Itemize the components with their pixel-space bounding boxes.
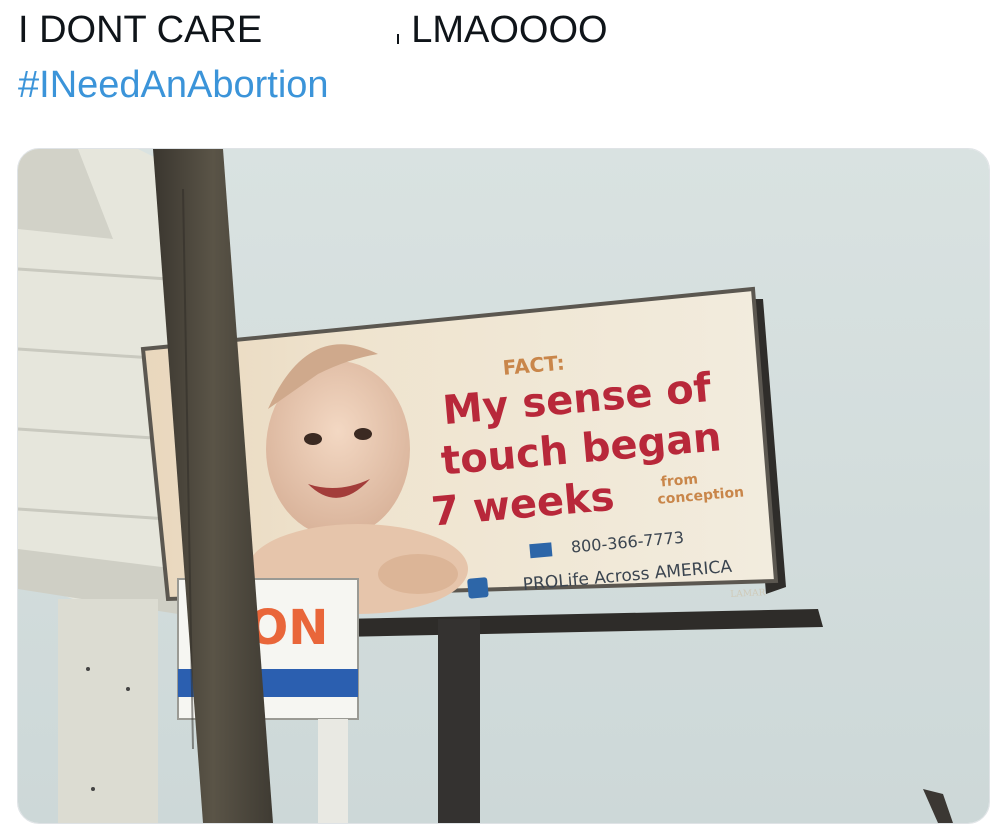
billboard-from: from	[660, 471, 698, 490]
frame-brand: LAMAR	[730, 588, 766, 600]
tweet-text-part1: I DONT CARE	[18, 9, 263, 51]
tweet-photo[interactable]: FACT: My sense of touch began 7 weeks fr…	[17, 148, 990, 824]
tweet-text-part2: LMAOOOO	[411, 9, 608, 51]
tweet-text-line: I DONT CARE LMAOOOO	[18, 8, 608, 52]
hashtag-link[interactable]: #INeedAnAbortion	[18, 62, 329, 108]
billboard-photo: FACT: My sense of touch began 7 weeks fr…	[18, 149, 989, 823]
phone-icon	[529, 542, 553, 559]
org-logo-icon	[467, 577, 489, 599]
redaction-mark	[397, 34, 400, 44]
billboard-post	[438, 619, 480, 823]
